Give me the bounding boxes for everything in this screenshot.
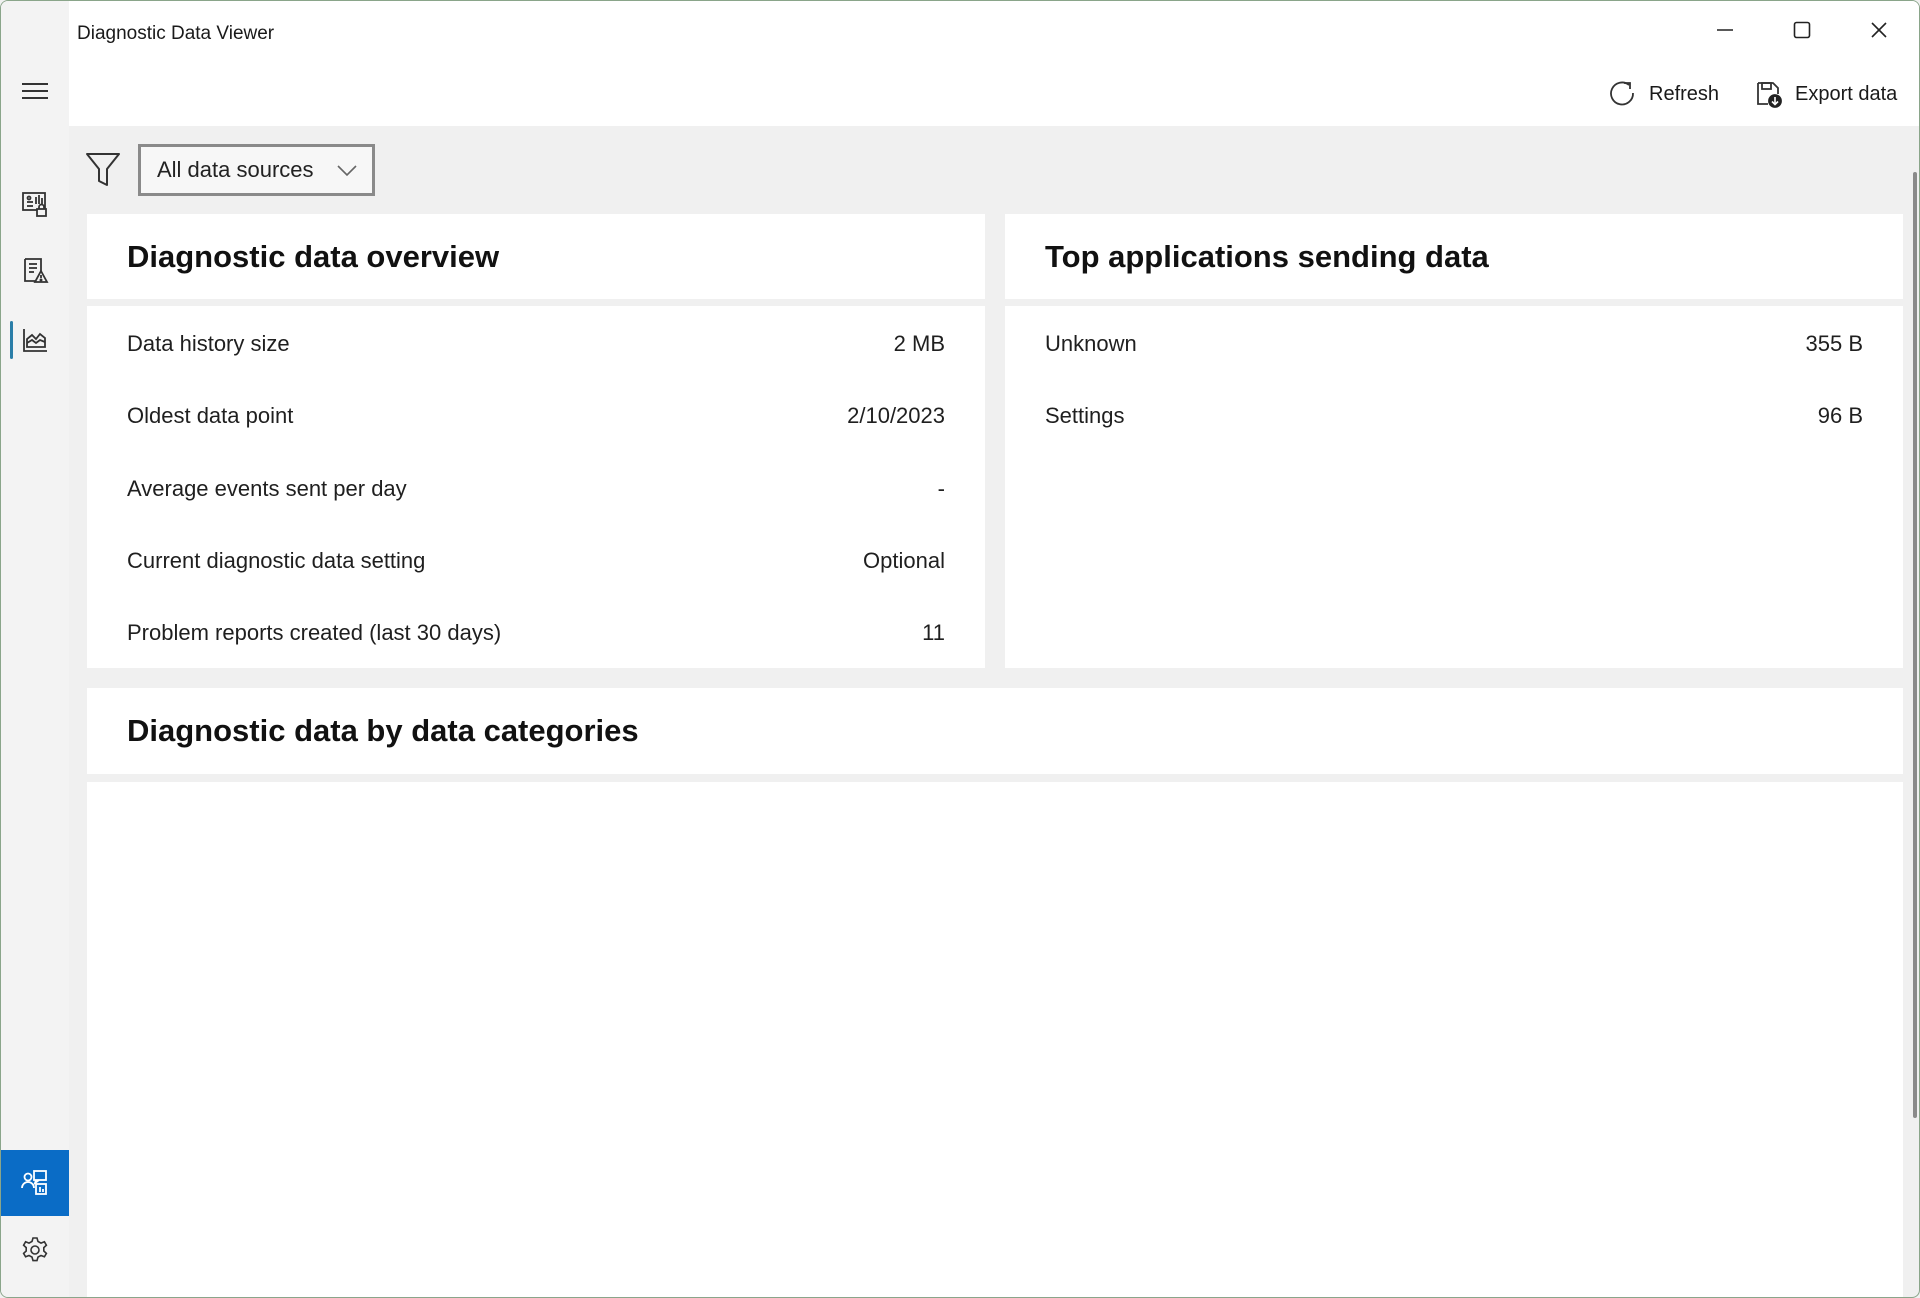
top-apps-title: Top applications sending data xyxy=(1045,238,1489,274)
overview-row: Problem reports created (last 30 days) 1… xyxy=(127,613,945,653)
categories-title: Diagnostic data by data categories xyxy=(127,713,639,748)
hamburger-menu-button[interactable] xyxy=(1,58,69,124)
overview-row-value: Optional xyxy=(863,548,945,573)
minimize-button[interactable] xyxy=(1697,13,1753,47)
nav-data-overview[interactable] xyxy=(1,307,69,373)
export-data-button[interactable]: Export data xyxy=(1755,75,1897,113)
top-apps-card-header: Top applications sending data xyxy=(1005,214,1903,299)
categories-card-body xyxy=(87,782,1903,1297)
nav-diagnostic-data[interactable] xyxy=(1,171,69,237)
nav-problem-reports[interactable] xyxy=(1,238,69,304)
title-bar: Diagnostic Data Viewer Refresh Export da… xyxy=(69,1,1919,126)
problem-reports-icon xyxy=(24,258,49,283)
top-apps-row-label: Settings xyxy=(1045,403,1125,428)
filter-icon xyxy=(86,153,120,186)
export-data-icon xyxy=(1757,82,1782,108)
categories-card-header: Diagnostic data by data categories xyxy=(87,688,1903,774)
vertical-scrollbar[interactable] xyxy=(1913,172,1917,1118)
export-data-label: Export data xyxy=(1795,82,1898,105)
overview-row-label: Average events sent per day xyxy=(127,476,407,501)
overview-row: Oldest data point 2/10/2023 xyxy=(127,396,945,436)
diagnostic-data-icon xyxy=(22,192,47,217)
sidebar xyxy=(1,1,69,1297)
nav-settings[interactable] xyxy=(1,1217,69,1283)
hamburger-menu-icon xyxy=(22,83,48,99)
overview-row-value: - xyxy=(937,476,945,501)
overview-row-value: 2/10/2023 xyxy=(847,403,945,428)
overview-row-label: Current diagnostic data setting xyxy=(127,548,426,573)
refresh-label: Refresh xyxy=(1649,82,1720,105)
overview-row-label: Problem reports created (last 30 days) xyxy=(127,620,502,645)
data-overview-icon xyxy=(23,329,47,352)
data-source-selected: All data sources xyxy=(157,157,314,182)
top-apps-card-body: Unknown 355 B Settings 96 B xyxy=(1005,306,1903,668)
overview-row-value: 2 MB xyxy=(893,331,945,356)
feedback-icon xyxy=(21,1170,47,1195)
nav-feedback[interactable] xyxy=(1,1150,69,1216)
refresh-button[interactable]: Refresh xyxy=(1607,75,1719,113)
overview-row: Current diagnostic data setting Optional xyxy=(127,541,945,581)
refresh-icon xyxy=(1610,81,1634,106)
overview-row: Average events sent per day - xyxy=(127,469,945,509)
overview-card-body: Data history size 2 MB Oldest data point… xyxy=(87,306,985,668)
app-window: Diagnostic Data Viewer Refresh Export da… xyxy=(0,0,1920,1298)
top-apps-row: Settings 96 B xyxy=(1045,396,1863,436)
maximize-icon xyxy=(1793,21,1811,39)
close-icon xyxy=(1871,22,1887,38)
settings-icon xyxy=(22,1237,48,1262)
maximize-button[interactable] xyxy=(1774,13,1830,47)
overview-title: Diagnostic data overview xyxy=(127,238,500,274)
overview-card-header: Diagnostic data overview xyxy=(87,214,985,299)
overview-row-label: Data history size xyxy=(127,331,290,356)
overview-row-label: Oldest data point xyxy=(127,403,294,428)
close-button[interactable] xyxy=(1851,13,1907,47)
top-apps-row: Unknown 355 B xyxy=(1045,324,1863,364)
chevron-down-icon xyxy=(337,165,357,177)
overview-row-value: 11 xyxy=(922,620,945,645)
top-apps-row-value: 355 B xyxy=(1805,331,1864,356)
minimize-icon xyxy=(1717,29,1733,31)
top-apps-row-value: 96 B xyxy=(1817,403,1863,428)
overview-row: Data history size 2 MB xyxy=(127,324,945,364)
filter-button[interactable] xyxy=(85,151,121,194)
app-title: Diagnostic Data Viewer xyxy=(77,23,275,44)
data-source-dropdown[interactable]: All data sources xyxy=(138,144,375,196)
top-apps-row-label: Unknown xyxy=(1045,331,1137,356)
